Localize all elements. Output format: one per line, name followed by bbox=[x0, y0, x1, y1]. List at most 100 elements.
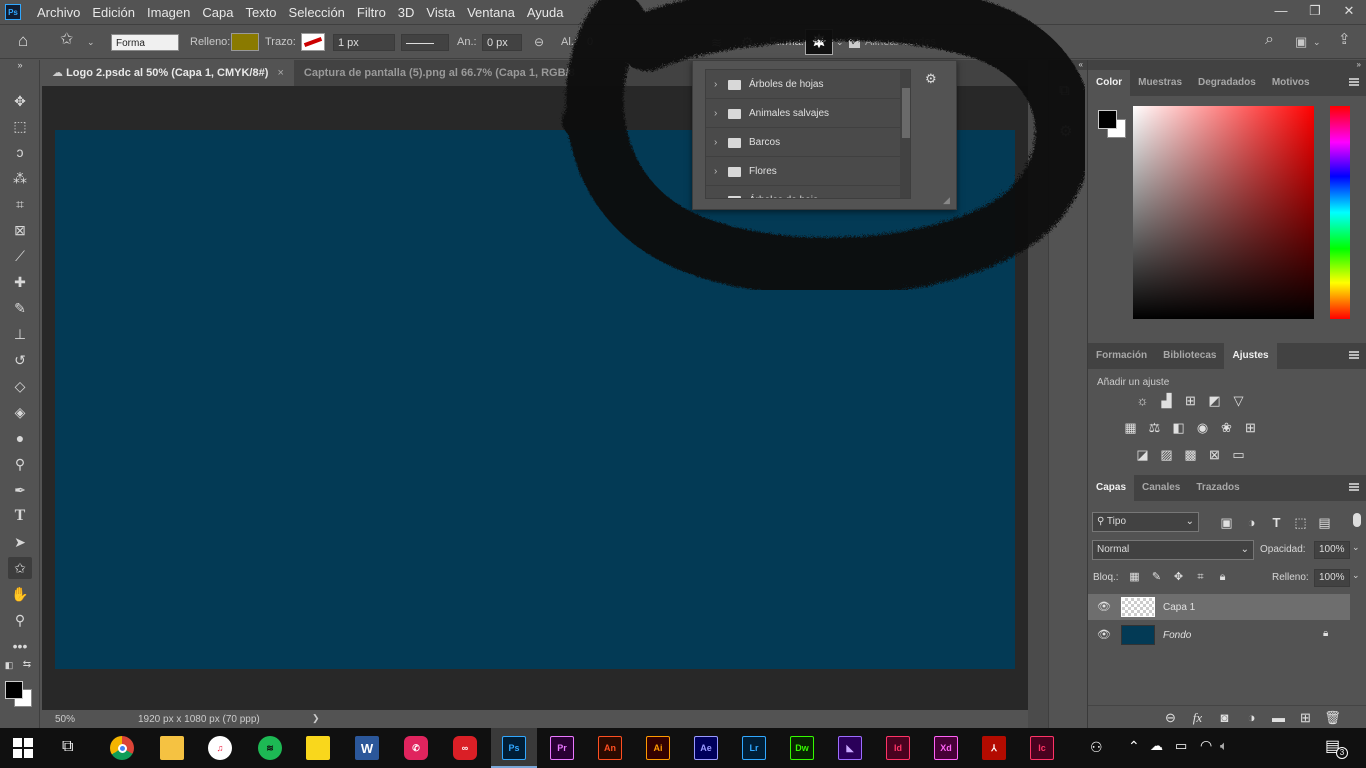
new-layer-icon[interactable]: ⊞ bbox=[1297, 710, 1314, 725]
paint-bucket-tool-icon[interactable]: ◈ bbox=[8, 401, 32, 423]
eraser-tool-icon[interactable]: ◇ bbox=[8, 375, 32, 397]
tab-logo-2[interactable]: ☁ Logo 2.psdc al 50% (Capa 1, CMYK/8#) × bbox=[42, 60, 294, 86]
shape-group-animales-salvajes[interactable]: › Animales salvajes bbox=[706, 99, 900, 128]
custom-shape-tool-icon[interactable]: ✩ bbox=[60, 31, 73, 48]
lightroom-icon[interactable]: Lr bbox=[742, 736, 766, 760]
search-icon[interactable]: ⌕ bbox=[1265, 31, 1274, 48]
chevron-down-icon[interactable]: ⌄ bbox=[87, 34, 95, 51]
lock-transparent-icon[interactable]: ▦ bbox=[1126, 570, 1143, 585]
tab-trazados[interactable]: Trazados bbox=[1188, 475, 1247, 501]
new-adjustment-layer-icon[interactable]: ◑ bbox=[1243, 710, 1260, 725]
brightness-icon[interactable]: ☼ bbox=[1134, 393, 1151, 408]
layer-style-icon[interactable]: fx bbox=[1189, 710, 1206, 725]
type-tool-icon[interactable]: T bbox=[8, 505, 32, 527]
history-panel-icon[interactable]: ⧉ bbox=[1059, 82, 1070, 99]
menu-texto[interactable]: Texto bbox=[239, 5, 282, 20]
fill-chevron-icon[interactable]: ⌄ bbox=[1352, 570, 1360, 581]
curves-icon[interactable]: ⊞ bbox=[1182, 393, 1199, 408]
properties-panel-icon[interactable]: ⚙ bbox=[1059, 122, 1072, 140]
visibility-eye-icon[interactable]: 👁︎ bbox=[1097, 628, 1111, 641]
lock-image-icon[interactable]: ✎ bbox=[1148, 570, 1165, 585]
collapse-panels-icon[interactable]: » bbox=[1088, 60, 1366, 70]
shape-dropdown-icon[interactable]: ⌄ bbox=[836, 34, 844, 51]
onedrive-icon[interactable]: ☁ bbox=[1150, 738, 1163, 754]
layer-row-fondo[interactable]: 👁︎ Fondo 🔒︎ bbox=[1088, 622, 1350, 648]
tab-captura[interactable]: Captura de pantalla (5).png al 66.7% (Ca… bbox=[294, 60, 585, 86]
exposure-icon[interactable]: ◩ bbox=[1206, 393, 1223, 408]
status-menu-arrow-icon[interactable]: ❯ bbox=[312, 713, 320, 724]
menu-3d[interactable]: 3D bbox=[392, 5, 421, 20]
tab-bibliotecas[interactable]: Bibliotecas bbox=[1155, 343, 1224, 369]
photo-filter-icon[interactable]: ◉ bbox=[1194, 420, 1211, 435]
indesign-icon[interactable]: Id bbox=[886, 736, 910, 760]
fill-swatch[interactable] bbox=[231, 33, 259, 51]
tab-formacion[interactable]: Formación bbox=[1088, 343, 1155, 369]
zoom-level[interactable]: 50% bbox=[55, 714, 75, 725]
filter-toggle[interactable] bbox=[1353, 513, 1361, 527]
invert-icon[interactable]: ◪ bbox=[1134, 447, 1151, 462]
opacity-input[interactable]: 100% bbox=[1314, 541, 1350, 559]
expand-panels-icon[interactable]: « bbox=[1049, 60, 1087, 70]
width-input[interactable]: 0 px bbox=[482, 34, 522, 51]
shape-group-barcos[interactable]: › Barcos bbox=[706, 128, 900, 157]
stroke-width-input[interactable]: 1 px bbox=[333, 34, 395, 51]
lasso-tool-icon[interactable]: ↄ bbox=[8, 141, 32, 163]
shape-group-arboles-de-hojas[interactable]: › Árboles de hojas bbox=[706, 70, 900, 99]
pen-tool-icon[interactable]: ✒ bbox=[8, 479, 32, 501]
visibility-eye-icon[interactable]: 👁︎ bbox=[1097, 600, 1111, 613]
color-balance-icon[interactable]: ⚖ bbox=[1146, 420, 1163, 435]
channel-mixer-icon[interactable]: ❀ bbox=[1218, 420, 1235, 435]
illustrator-icon[interactable]: Ai bbox=[646, 736, 670, 760]
tab-muestras[interactable]: Muestras bbox=[1130, 70, 1190, 96]
picker-scrollbar[interactable] bbox=[900, 70, 910, 198]
sticky-notes-icon[interactable] bbox=[306, 736, 330, 760]
dreamweaver-icon[interactable]: Dw bbox=[790, 736, 814, 760]
battery-icon[interactable]: ▭ bbox=[1175, 738, 1187, 754]
marquee-tool-icon[interactable]: ⬚ bbox=[8, 115, 32, 137]
chevron-right-icon[interactable]: › bbox=[714, 128, 717, 157]
menu-filtro[interactable]: Filtro bbox=[351, 5, 392, 20]
black-white-icon[interactable]: ◧ bbox=[1170, 420, 1187, 435]
custom-shape-tool-active-icon[interactable]: ✩ bbox=[8, 557, 32, 579]
menu-vista[interactable]: Vista bbox=[420, 5, 461, 20]
chevron-right-icon[interactable]: › bbox=[714, 157, 717, 186]
gear-icon[interactable]: ⚙ bbox=[741, 34, 754, 51]
chevron-right-icon[interactable]: › bbox=[714, 99, 717, 128]
filter-smart-object-icon[interactable]: ▤ bbox=[1316, 515, 1333, 530]
acrobat-icon[interactable]: ⅄ bbox=[982, 736, 1006, 760]
picker-scroll-thumb[interactable] bbox=[902, 88, 910, 138]
selective-color-icon[interactable]: ⊠ bbox=[1206, 447, 1223, 462]
panel-menu-icon[interactable] bbox=[1349, 351, 1359, 359]
hue-slider[interactable] bbox=[1330, 106, 1350, 319]
restore-button[interactable]: ❐ bbox=[1298, 0, 1332, 22]
chrome-icon[interactable] bbox=[110, 736, 134, 760]
panel-menu-icon[interactable] bbox=[1349, 483, 1359, 491]
premiere-icon[interactable]: Pr bbox=[550, 736, 574, 760]
tab-close-icon[interactable]: × bbox=[277, 67, 283, 79]
more-tools-icon[interactable]: ••• bbox=[8, 635, 32, 657]
photoshop-logo-icon[interactable]: Ps bbox=[5, 4, 21, 20]
blur-tool-icon[interactable]: ● bbox=[8, 427, 32, 449]
stroke-style-select[interactable] bbox=[401, 34, 449, 51]
itunes-icon[interactable]: ♫ bbox=[208, 736, 232, 760]
menu-imagen[interactable]: Imagen bbox=[141, 5, 196, 20]
vertical-scrollbar[interactable] bbox=[1028, 60, 1048, 728]
chevron-right-icon[interactable]: › bbox=[714, 70, 717, 99]
layer-name[interactable]: Fondo bbox=[1163, 630, 1191, 641]
levels-icon[interactable]: ▟ bbox=[1158, 393, 1175, 408]
panel-menu-icon[interactable] bbox=[1349, 78, 1359, 86]
layer-row-capa-1[interactable]: 👁︎ Capa 1 bbox=[1088, 594, 1350, 620]
add-mask-icon[interactable]: ◙ bbox=[1216, 710, 1233, 725]
animate-icon[interactable]: An bbox=[598, 736, 622, 760]
gradient-map-icon[interactable]: ▭ bbox=[1230, 447, 1247, 462]
wifi-icon[interactable]: ◠ bbox=[1200, 737, 1212, 754]
tab-canales[interactable]: Canales bbox=[1134, 475, 1188, 501]
picker-gear-icon[interactable]: ⚙ bbox=[925, 71, 937, 87]
tab-degradados[interactable]: Degradados bbox=[1190, 70, 1264, 96]
link-icon[interactable]: ⊖ bbox=[534, 34, 544, 51]
delete-layer-icon[interactable]: 🗑︎ bbox=[1324, 710, 1341, 725]
xd-icon[interactable]: Xd bbox=[934, 736, 958, 760]
word-icon[interactable]: W bbox=[355, 736, 379, 760]
vibrance-icon[interactable]: ▽ bbox=[1230, 393, 1247, 408]
zoom-tool-icon[interactable]: ⚲ bbox=[8, 609, 32, 631]
